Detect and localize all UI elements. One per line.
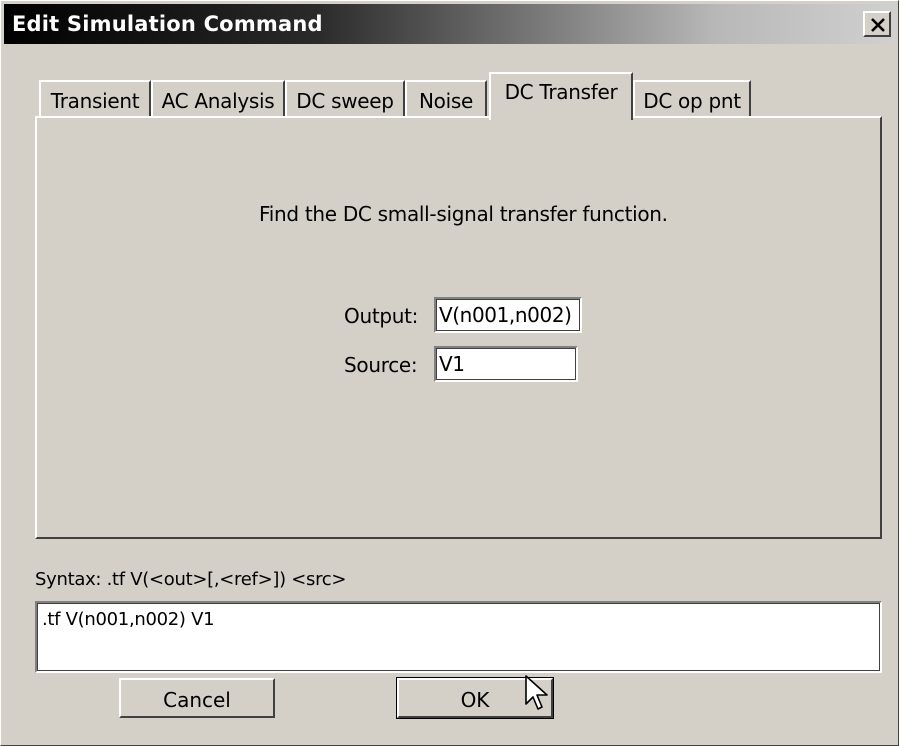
cancel-button[interactable]: Cancel <box>119 678 275 718</box>
tab-label: DC sweep <box>296 89 394 113</box>
close-button[interactable] <box>863 11 891 37</box>
command-value: .tf V(n001,n002) V1 <box>42 609 215 630</box>
syntax-hint: Syntax: .tf V(<out>[,<ref>]) <src> <box>35 569 347 590</box>
output-value: V(n001,n002) <box>439 303 572 327</box>
source-field[interactable]: V1 <box>434 346 578 382</box>
output-field[interactable]: V(n001,n002) <box>434 297 582 333</box>
tab-label: AC Analysis <box>161 89 275 113</box>
dialog-title: Edit Simulation Command <box>12 12 323 36</box>
dialog-window: Edit Simulation Command Transient AC Ana… <box>0 0 899 746</box>
tab-noise[interactable]: Noise <box>405 80 487 118</box>
analysis-description: Find the DC small-signal transfer functi… <box>259 202 668 226</box>
close-icon <box>871 18 885 32</box>
cancel-label: Cancel <box>163 688 231 712</box>
tab-label: DC op pnt <box>643 89 741 113</box>
tab-label: Noise <box>419 89 473 113</box>
tab-ac-analysis[interactable]: AC Analysis <box>151 80 285 118</box>
tab-label: DC Transfer <box>504 80 618 104</box>
source-label: Source: <box>344 353 418 377</box>
command-text-field[interactable]: .tf V(n001,n002) V1 <box>35 601 882 673</box>
output-label: Output: <box>344 304 419 328</box>
active-tab-joint <box>491 116 629 120</box>
tab-dc-transfer[interactable]: DC Transfer <box>489 72 633 120</box>
tab-transient[interactable]: Transient <box>39 80 151 118</box>
tab-dc-sweep[interactable]: DC sweep <box>285 80 405 118</box>
tab-dc-op-pnt[interactable]: DC op pnt <box>633 80 751 118</box>
title-bar[interactable]: Edit Simulation Command <box>4 4 895 44</box>
tab-label: Transient <box>50 89 140 113</box>
ok-label: OK <box>460 688 490 712</box>
source-value: V1 <box>439 352 465 376</box>
mouse-pointer-icon <box>525 675 548 710</box>
